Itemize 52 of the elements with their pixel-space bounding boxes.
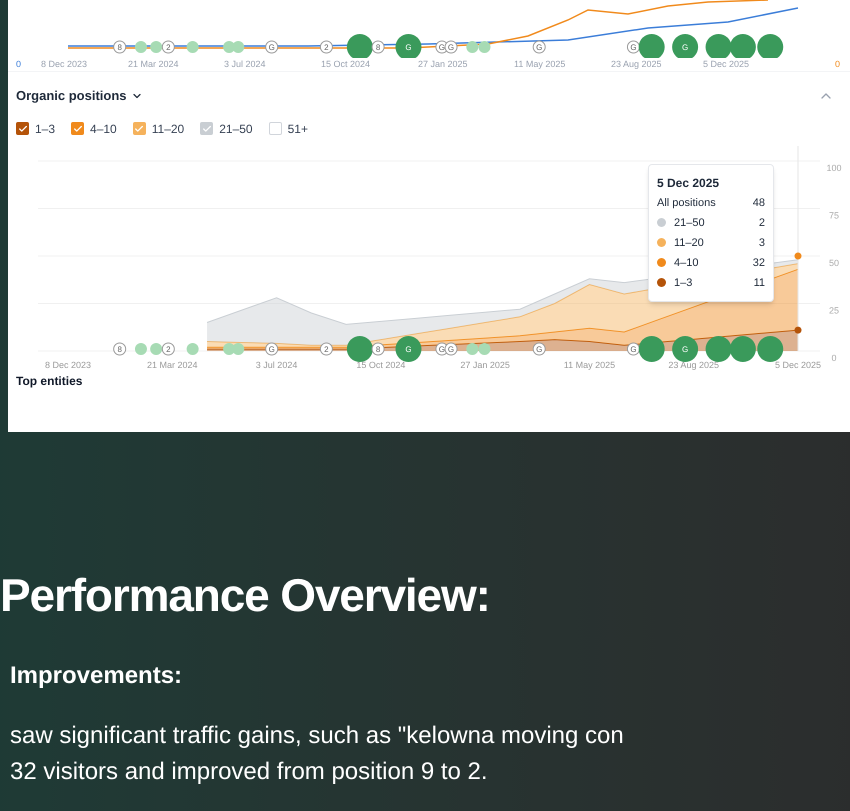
legend-checkbox[interactable] xyxy=(71,122,84,135)
tooltip-label: 4–10 xyxy=(674,256,698,270)
section-title[interactable]: Organic positions xyxy=(16,86,143,106)
event-markers-drawing: 8 2 G 2 8 G G G G G G xyxy=(113,34,784,58)
axis-label: 5 Dec 2025 xyxy=(703,58,750,71)
tooltip-value: 2 xyxy=(758,216,765,230)
tooltip-label: 1–3 xyxy=(674,276,692,290)
tooltip-label: All positions xyxy=(657,196,716,210)
axis-label: 11 May 2025 xyxy=(564,360,616,370)
tooltip-label: 11–20 xyxy=(674,236,704,250)
axis-label: 3 Jul 2024 xyxy=(256,360,298,370)
axis-label: 8 Dec 2023 xyxy=(44,360,92,370)
slide-heading: Performance Overview: xyxy=(0,572,491,618)
tooltip-value: 32 xyxy=(752,256,765,270)
tooltip-date: 5 Dec 2025 xyxy=(657,174,720,192)
slide-subheading: Improvements: xyxy=(10,664,184,688)
axis-label: 0 xyxy=(16,58,22,71)
legend-label: 4–10 xyxy=(90,120,117,138)
legend-checkbox[interactable] xyxy=(16,122,29,135)
axis-label: 15 Oct 2024 xyxy=(356,360,406,370)
axis-label: 50 xyxy=(829,258,839,268)
body-text: 32 visitors and improved from position 9 to 2. xyxy=(9,757,489,787)
axis-label: 23 Aug 2025 xyxy=(668,360,719,370)
legend-label: 21–50 xyxy=(219,120,253,138)
body-text: saw significant traffic gains, such as "kelowna moving con xyxy=(9,721,625,751)
axis-label: 8 Dec 2023 xyxy=(41,58,88,71)
section-title[interactable]: Top entities xyxy=(8,372,850,390)
legend-label: 11–20 xyxy=(152,120,184,138)
axis-label: 27 Jan 2025 xyxy=(460,360,510,370)
axis-label: 15 Oct 2024 xyxy=(321,58,370,71)
legend-label: 1–3 xyxy=(35,120,56,138)
axis-label: 0 xyxy=(832,352,836,362)
event-markers-drawing: 8 2 G 2 8 G G G G G G xyxy=(113,336,784,362)
axis-label: 23 Aug 2025 xyxy=(611,58,662,71)
data-point xyxy=(794,326,802,334)
axis-label: 11 May 2025 xyxy=(514,58,566,71)
data-point xyxy=(794,252,802,259)
axis-label: 21 Mar 2024 xyxy=(147,360,198,370)
tooltip-value: 48 xyxy=(752,196,765,210)
axis-label: 25 xyxy=(829,305,839,315)
axis-label: 5 Dec 2025 xyxy=(774,360,822,370)
axis-label: 3 Jul 2024 xyxy=(224,58,266,71)
axis-label: 27 Jan 2025 xyxy=(418,58,468,71)
axis-label: 75 xyxy=(829,210,839,220)
legend-checkbox[interactable] xyxy=(132,122,146,135)
tooltip-value: 3 xyxy=(758,236,765,250)
tooltip-label: 21–50 xyxy=(674,216,705,230)
axis-label: 0 xyxy=(834,58,840,71)
tooltip-value: 11 xyxy=(754,276,765,290)
legend-label: 51+ xyxy=(288,120,308,138)
axis-label: 21 Mar 2024 xyxy=(128,58,179,71)
axis-label: 100 xyxy=(826,162,842,172)
